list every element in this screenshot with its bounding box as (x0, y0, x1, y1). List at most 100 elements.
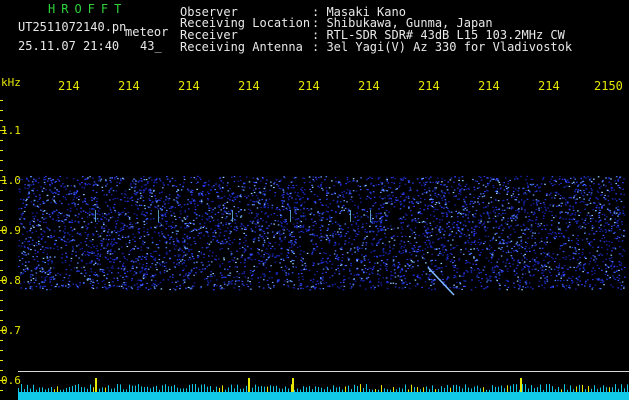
noise-pixel (38, 264, 40, 266)
noise-pixel (360, 216, 363, 218)
noise-pixel (35, 272, 38, 274)
noise-pixel (99, 263, 102, 265)
noise-pixel (400, 203, 403, 205)
noise-pixel (568, 209, 571, 211)
noise-pixel (456, 224, 458, 226)
noise-pixel (496, 261, 498, 263)
noise-pixel (542, 176, 545, 178)
noise-pixel (92, 189, 95, 192)
noise-pixel (223, 206, 226, 208)
noise-pixel (84, 240, 87, 243)
noise-pixel (280, 240, 283, 243)
noise-pixel (464, 242, 467, 244)
noise-pixel (368, 261, 371, 263)
noise-pixel (429, 199, 431, 201)
noise-pixel (51, 260, 53, 262)
noise-pixel (490, 275, 493, 278)
noise-pixel (207, 235, 210, 237)
noise-pixel (507, 220, 509, 222)
noise-pixel (388, 245, 391, 247)
noise-pixel (326, 192, 328, 194)
noise-pixel (572, 176, 575, 178)
noise-pixel (483, 243, 485, 245)
noise-pixel (238, 285, 240, 288)
noise-pixel (299, 225, 302, 227)
noise-pixel (301, 261, 304, 263)
noise-pixel (558, 184, 560, 186)
noise-pixel (446, 240, 449, 242)
noise-pixel (263, 230, 265, 233)
noise-pixel (560, 232, 563, 234)
noise-pixel (244, 186, 246, 188)
noise-pixel (419, 211, 421, 213)
noise-pixel (169, 179, 171, 181)
noise-pixel (623, 214, 626, 216)
noise-pixel (33, 218, 36, 220)
noise-pixel (505, 252, 508, 254)
noise-pixel (486, 281, 488, 283)
noise-pixel (605, 265, 608, 267)
noise-pixel (249, 283, 252, 285)
noise-pixel (588, 199, 590, 201)
noise-pixel (476, 187, 479, 189)
noise-pixel (98, 259, 100, 261)
noise-pixel (283, 238, 286, 240)
noise-pixel (52, 210, 55, 212)
noise-pixel (310, 279, 312, 281)
noise-pixel (255, 195, 258, 197)
noise-pixel (378, 278, 380, 280)
noise-pixel (31, 220, 33, 222)
noise-pixel (595, 278, 598, 280)
noise-pixel (273, 181, 276, 183)
noise-pixel (556, 205, 558, 207)
noise-pixel (294, 226, 296, 228)
noise-pixel (171, 177, 174, 179)
noise-pixel (118, 212, 121, 214)
noise-pixel (118, 214, 120, 216)
noise-pixel (434, 189, 436, 191)
noise-pixel (612, 286, 614, 288)
noise-pixel (311, 239, 313, 241)
noise-pixel (282, 232, 285, 234)
noise-pixel (400, 196, 402, 198)
noise-pixel (70, 193, 73, 195)
noise-pixel (450, 253, 453, 255)
y-minor-tick (0, 240, 3, 241)
noise-pixel (98, 178, 101, 180)
noise-pixel (365, 214, 367, 216)
noise-pixel (18, 245, 20, 247)
noise-pixel (546, 241, 548, 243)
noise-pixel (146, 282, 148, 284)
noise-pixel (495, 226, 498, 228)
noise-pixel (111, 241, 113, 243)
noise-pixel (620, 288, 623, 290)
noise-pixel (292, 263, 294, 265)
noise-pixel (569, 214, 572, 216)
noise-pixel (594, 261, 597, 263)
noise-pixel (501, 225, 503, 227)
noise-pixel (393, 182, 396, 184)
noise-pixel (446, 254, 449, 256)
noise-pixel (64, 232, 66, 234)
noise-pixel (265, 236, 268, 238)
noise-pixel (550, 268, 553, 270)
noise-pixel (270, 223, 273, 225)
noise-pixel (590, 181, 593, 183)
noise-pixel (487, 205, 489, 207)
noise-pixel (31, 212, 34, 214)
noise-pixel (158, 232, 160, 234)
noise-pixel (52, 179, 54, 181)
noise-pixel (36, 256, 38, 258)
noise-pixel (416, 284, 419, 286)
noise-pixel (524, 200, 526, 202)
noise-pixel (542, 251, 545, 254)
noise-pixel (574, 191, 576, 193)
noise-pixel (155, 201, 158, 203)
noise-pixel (268, 198, 271, 200)
noise-pixel (408, 206, 410, 208)
noise-pixel (428, 190, 431, 192)
noise-pixel (598, 212, 601, 214)
noise-pixel (537, 226, 539, 228)
noise-pixel (133, 248, 135, 250)
noise-pixel (141, 255, 144, 257)
